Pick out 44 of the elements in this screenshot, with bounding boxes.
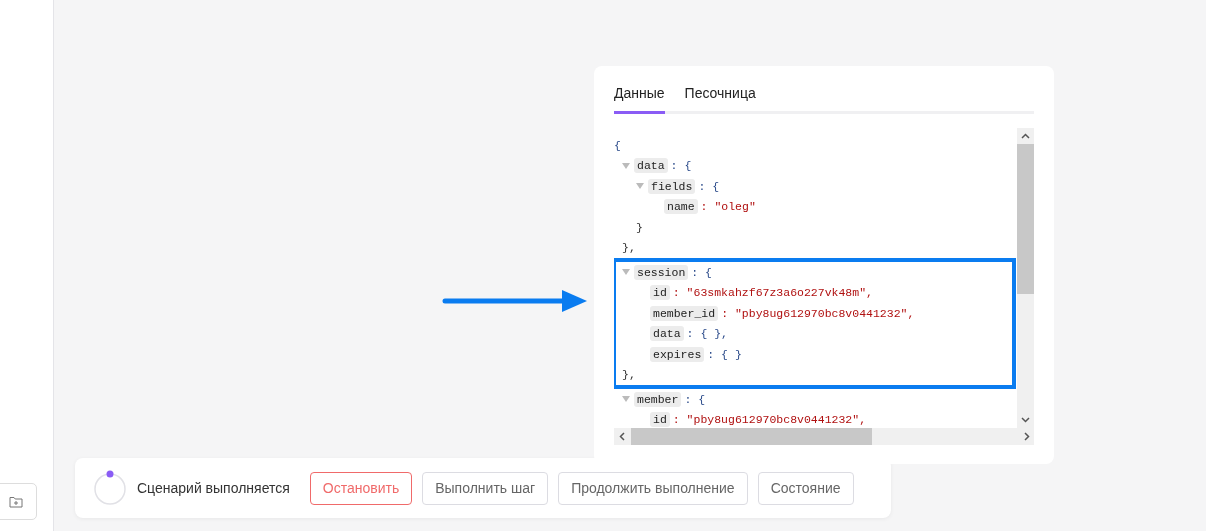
tab[interactable]: Данные	[614, 82, 665, 114]
code-brace: : {	[684, 392, 706, 406]
folder-plus-icon	[8, 495, 23, 508]
code-brace: : {	[698, 179, 720, 193]
collapse-triangle-icon[interactable]	[636, 183, 644, 190]
action-button[interactable]: Остановить	[309, 471, 413, 505]
tab[interactable]: Песочница	[684, 82, 756, 114]
json-value: : "63smkahzf67z3a6o227vk48m",	[672, 286, 873, 300]
code-brace: },	[622, 368, 636, 382]
json-key: data	[634, 158, 668, 174]
action-button[interactable]: Состояние	[757, 471, 854, 505]
collapse-triangle-icon[interactable]	[622, 269, 630, 276]
scroll-up-icon[interactable]	[1021, 133, 1030, 139]
scroll-right-icon[interactable]	[1024, 432, 1030, 441]
vertical-scrollbar[interactable]	[1017, 128, 1034, 428]
horizontal-scrollbar[interactable]	[614, 428, 1034, 445]
json-value: : "oleg"	[700, 200, 756, 214]
collapse-triangle-icon[interactable]	[622, 162, 630, 169]
json-key: session	[634, 264, 689, 280]
json-value: : { }	[707, 347, 742, 361]
json-key: fields	[648, 178, 696, 194]
code-brace: },	[622, 241, 636, 255]
collapse-triangle-icon[interactable]	[622, 396, 630, 403]
status-text: Сценарий выполняется	[137, 480, 290, 496]
add-folder-button[interactable]	[0, 483, 37, 520]
json-key: member_id	[650, 305, 719, 321]
code-brace: : {	[670, 159, 692, 173]
json-key: expires	[650, 346, 705, 362]
json-value: : "pby8ug612970bc8v0441232",	[721, 306, 915, 320]
action-button[interactable]: Продолжить выполнение	[558, 471, 748, 505]
json-key: name	[664, 199, 698, 215]
scroll-left-icon[interactable]	[619, 432, 625, 441]
json-key: id	[650, 412, 670, 428]
code-brace: }	[636, 220, 643, 234]
json-key: id	[650, 285, 670, 301]
json-value: : { },	[686, 327, 729, 341]
json-key: member	[634, 391, 682, 407]
json-key: data	[650, 326, 684, 342]
json-value: : "pby8ug612970bc8v0441232",	[672, 413, 867, 427]
spinner-icon	[93, 470, 127, 506]
scroll-down-icon[interactable]	[1021, 417, 1030, 423]
code-brace: {	[614, 138, 621, 152]
action-button[interactable]: Выполнить шаг	[422, 471, 549, 505]
code-brace: : {	[691, 265, 713, 279]
